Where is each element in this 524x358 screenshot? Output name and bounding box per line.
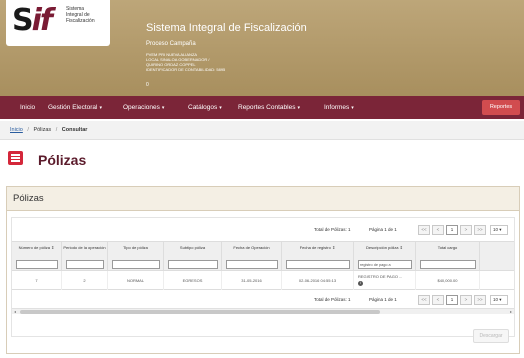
chevron-down-icon: ▾: [99, 105, 103, 111]
panel-title: Pólizas: [7, 187, 519, 211]
column-header[interactable]: Periodo de la operación: [62, 242, 108, 272]
cell-tipo-poliza: NORMAL: [108, 271, 164, 290]
column-header[interactable]: Fecha de Operación: [222, 242, 282, 272]
total-polizas-label: Total de Pólizas: 1: [314, 227, 351, 232]
total-polizas-label: Total de Pólizas: 1: [314, 297, 351, 302]
breadcrumb: Inicio / Pólizas / Consultar: [0, 121, 524, 140]
chevron-down-icon: ▾: [161, 105, 165, 111]
nav-catalogos[interactable]: Catálogos ▾: [188, 96, 222, 119]
nav-reportes-contables[interactable]: Reportes Contables ▾: [238, 96, 300, 119]
column-header[interactable]: Número de póliza ⇕: [12, 242, 62, 272]
filter-fecha-operacion-input[interactable]: [226, 260, 278, 269]
cell-descripcion: REGISTRO DE PAGO ... i: [354, 271, 416, 290]
cell-fecha-registro: 02-06-2016 04:55:13: [282, 271, 354, 290]
page-size-select[interactable]: 10 ▾: [490, 225, 508, 235]
nav-informes[interactable]: Informes ▾: [324, 96, 354, 119]
breadcrumb-separator: /: [55, 127, 58, 133]
filter-subtipo-poliza-input[interactable]: [168, 260, 218, 269]
filter-fecha-registro-input[interactable]: [286, 260, 350, 269]
first-page-button[interactable]: <<: [418, 225, 430, 235]
breadcrumb-separator: /: [27, 127, 29, 133]
filter-tipo-poliza-input[interactable]: [112, 260, 160, 269]
sif-logo[interactable]: Sif Sistema Integral de Fiscalización: [6, 0, 110, 46]
column-header[interactable]: Subtipo póliza: [164, 242, 222, 272]
filter-periodo-input[interactable]: [66, 260, 104, 269]
breadcrumb-home[interactable]: Inicio: [10, 127, 23, 133]
accounting-id-line: IDENTIFICADOR DE CONTABILIDAD: 5895: [146, 67, 226, 72]
horizontal-scrollbar[interactable]: ◂ ▸: [12, 308, 514, 314]
last-page-button[interactable]: >>: [474, 295, 486, 305]
column-header[interactable]: Descripción póliza ⇕: [354, 242, 416, 272]
info-icon[interactable]: i: [358, 281, 363, 286]
prev-page-button[interactable]: <: [432, 295, 444, 305]
nav-gestion-electoral[interactable]: Gestión Electoral ▾: [48, 96, 102, 119]
nav-operaciones[interactable]: Operaciones ▾: [123, 96, 164, 119]
page-label: Página 1 de 1: [369, 227, 397, 232]
cell-descripcion-text: REGISTRO DE PAGO ...: [358, 274, 403, 279]
cell-fecha-operacion: 31-05-2016: [222, 271, 282, 290]
column-header[interactable]: Tipo de póliza: [108, 242, 164, 272]
table-row[interactable]: 7 2 NORMAL EGRESOS 31-05-2016 02-06-2016…: [12, 271, 514, 290]
cell-total-cargo: $40,000.00: [416, 271, 480, 290]
app-header: Sif Sistema Integral de Fiscalización Si…: [0, 0, 524, 96]
process-line: Proceso Campaña: [146, 41, 196, 47]
page-number-input[interactable]: 1: [446, 225, 458, 235]
logo-mark: Sif: [12, 3, 53, 38]
chevron-down-icon: ▾: [297, 105, 300, 111]
main-navbar: Inicio Gestión Electoral ▾ Operaciones ▾ C…: [0, 96, 524, 119]
chevron-down-icon: ▾: [351, 105, 354, 111]
column-header[interactable]: Total cargo: [416, 242, 480, 272]
prev-page-button[interactable]: <: [432, 225, 444, 235]
scroll-right-icon[interactable]: ▸: [508, 309, 514, 315]
logo-subtitle: Sistema Integral de Fiscalización: [66, 6, 95, 24]
page-label: Página 1 de 1: [369, 297, 397, 302]
reportes-button[interactable]: Reportes: [482, 100, 520, 115]
page-number-input[interactable]: 1: [446, 295, 458, 305]
hamburger-menu-icon[interactable]: [8, 151, 23, 165]
column-header-overflow: [480, 242, 514, 272]
table-header: Número de póliza ⇕ Periodo de la operaci…: [12, 241, 514, 272]
polizas-panel: Pólizas Total de Pólizas: 1 Página 1 de …: [6, 186, 520, 354]
filter-total-cargo-input[interactable]: [420, 260, 476, 269]
cell-numero-poliza: 7: [12, 271, 62, 290]
page-title: Pólizas: [38, 152, 87, 168]
filter-numero-poliza-input[interactable]: [16, 260, 58, 269]
breadcrumb-section[interactable]: Pólizas: [33, 127, 51, 133]
filter-descripcion-input[interactable]: [358, 260, 412, 269]
chevron-down-icon: ▾: [219, 105, 222, 111]
last-page-button[interactable]: >>: [474, 225, 486, 235]
nav-inicio[interactable]: Inicio: [20, 96, 35, 119]
system-title: Sistema Integral de Fiscalización: [146, 22, 307, 34]
cell-periodo: 2: [62, 271, 108, 290]
next-page-button[interactable]: >: [460, 295, 472, 305]
polizas-grid: Total de Pólizas: 1 Página 1 de 1 << < 1…: [11, 217, 515, 337]
cell-subtipo-poliza: EGRESOS: [164, 271, 222, 290]
breadcrumb-current: Consultar: [61, 127, 88, 133]
descargar-button[interactable]: Descargar: [473, 329, 509, 343]
column-header[interactable]: Fecha de registro ⇕: [282, 242, 354, 272]
scroll-left-icon[interactable]: ◂: [12, 309, 18, 315]
scrollbar-thumb[interactable]: [20, 310, 380, 314]
next-page-button[interactable]: >: [460, 225, 472, 235]
pager-bottom: Total de Pólizas: 1 Página 1 de 1 << < 1…: [12, 294, 514, 306]
page-size-select[interactable]: 10 ▾: [490, 295, 508, 305]
first-page-button[interactable]: <<: [418, 295, 430, 305]
pager-top: Total de Pólizas: 1 Página 1 de 1 << < 1…: [12, 224, 514, 236]
header-mark: 0: [146, 82, 149, 88]
